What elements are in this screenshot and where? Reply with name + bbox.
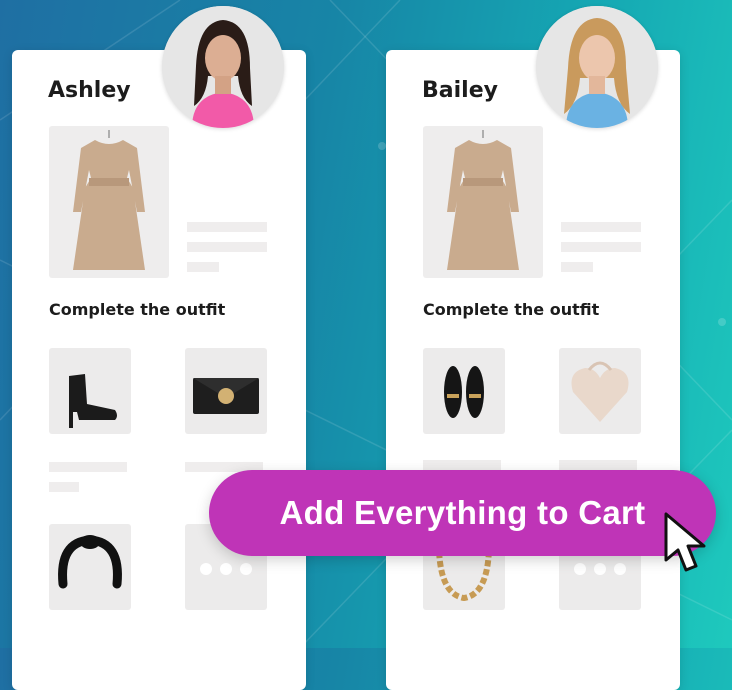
headband-icon[interactable] — [49, 524, 131, 610]
item-info-placeholder — [423, 460, 501, 470]
dress-image — [49, 126, 169, 278]
product-info-placeholder — [187, 222, 267, 282]
clutch-bag-icon[interactable] — [185, 348, 267, 434]
item-info-placeholder — [49, 482, 79, 492]
customer-name: Bailey — [422, 78, 498, 103]
cursor-pointer-icon — [664, 512, 706, 572]
product-info-placeholder — [561, 222, 641, 282]
section-title: Complete the outfit — [49, 300, 226, 319]
customer-name: Ashley — [48, 78, 131, 103]
item-info-placeholder — [49, 462, 127, 472]
dress-image — [423, 126, 543, 278]
add-everything-to-cart-button[interactable]: Add Everything to Cart — [209, 470, 716, 556]
avatar — [162, 6, 284, 128]
ankle-boot-icon[interactable] — [49, 348, 131, 434]
section-title: Complete the outfit — [423, 300, 600, 319]
item-info-placeholder — [559, 460, 637, 470]
outfit-card-ashley: Ashley Complete the outfit — [12, 6, 306, 690]
outfit-card-bailey: Bailey Complete the outfit — [386, 6, 680, 690]
avatar — [536, 6, 658, 128]
heart-bag-icon[interactable] — [559, 348, 641, 434]
loafer-shoes-icon[interactable] — [423, 348, 505, 434]
